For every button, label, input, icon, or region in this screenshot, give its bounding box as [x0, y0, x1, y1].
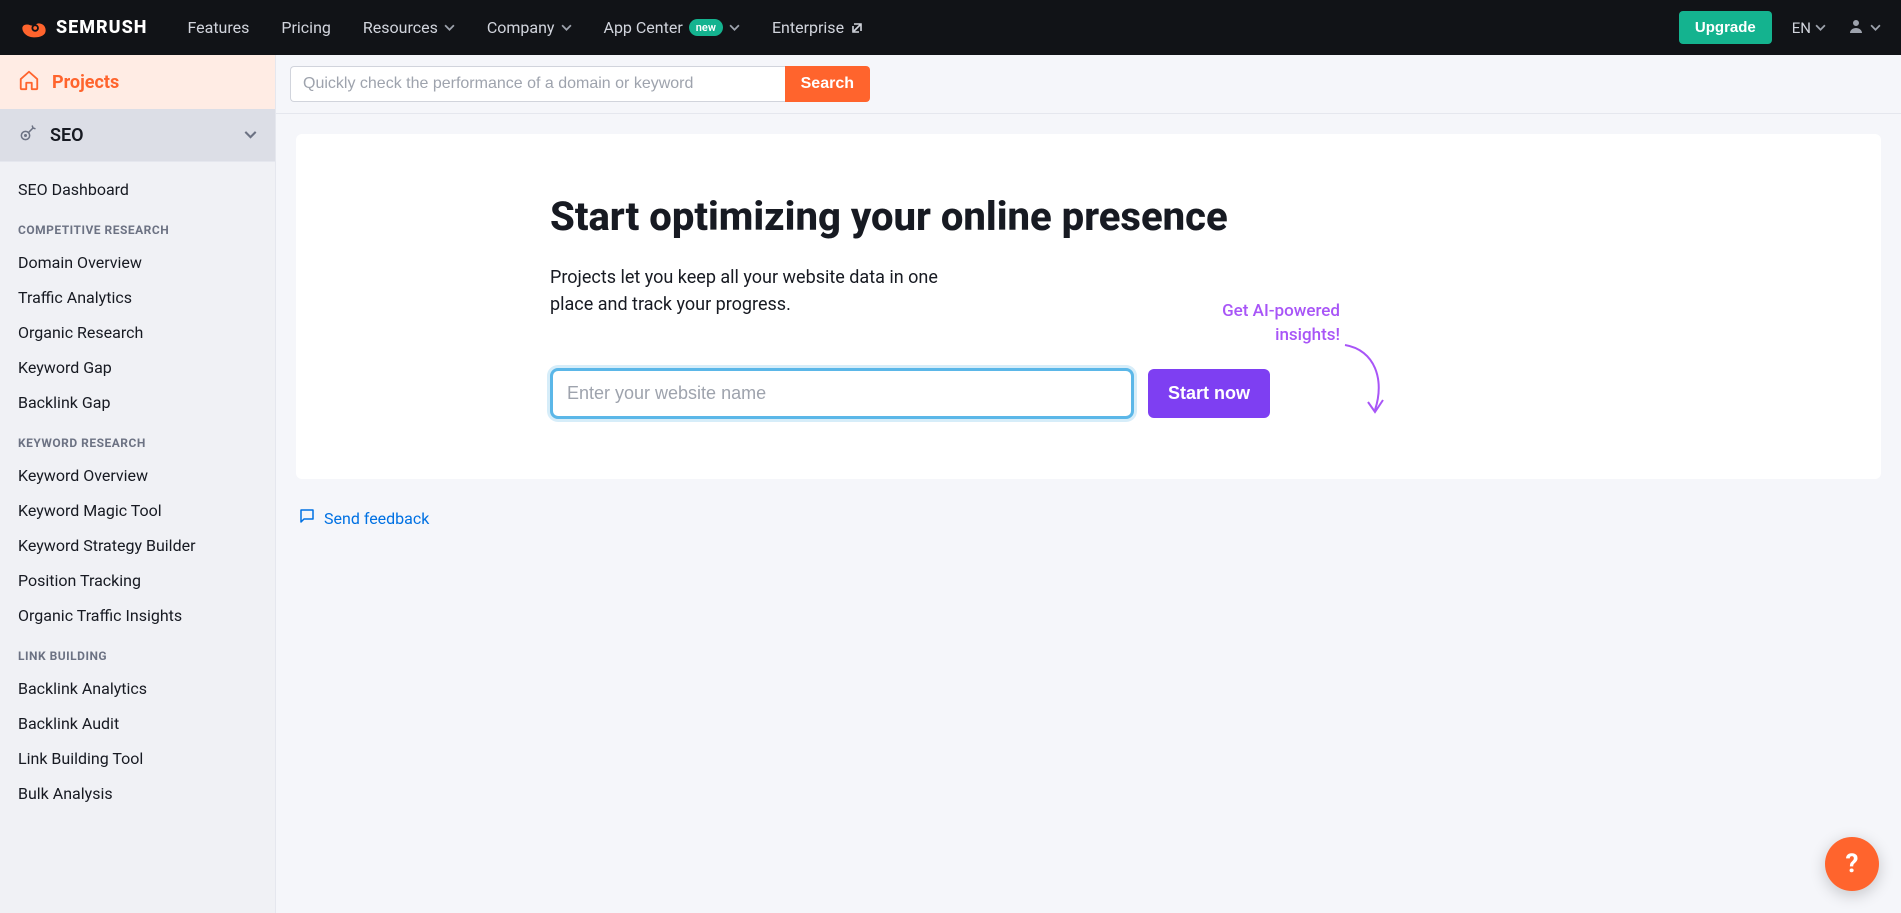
nav-label: Resources [363, 18, 438, 37]
sidebar-item-label: Organic Traffic Insights [18, 606, 182, 625]
feedback-label: Send feedback [324, 509, 429, 528]
start-now-button[interactable]: Start now [1148, 369, 1270, 418]
fire-icon [20, 14, 48, 42]
topnav-right: Upgrade EN [1679, 11, 1881, 44]
sidebar-group-seo[interactable]: SEO [0, 109, 275, 162]
website-input-row: Start now [550, 368, 1270, 419]
topnav-links: Features Pricing Resources Company App C… [187, 18, 1678, 37]
chevron-down-icon [1815, 19, 1826, 37]
domain-search-input[interactable] [290, 66, 785, 102]
sidebar-item-label: Traffic Analytics [18, 288, 132, 307]
upgrade-button[interactable]: Upgrade [1679, 11, 1772, 44]
lang-label: EN [1792, 19, 1811, 37]
main-area: Search Start optimizing your online pres… [276, 55, 1901, 913]
language-selector[interactable]: EN [1792, 19, 1826, 37]
sidebar-items: SEO Dashboard COMPETITIVE RESEARCH Domai… [0, 162, 275, 831]
sidebar-item-label: Backlink Analytics [18, 679, 147, 698]
brand-logo[interactable]: SEMRUSH [20, 14, 147, 42]
nav-label: Features [187, 18, 249, 37]
hero-title: Start optimizing your online presence [550, 194, 1270, 240]
nav-company[interactable]: Company [487, 18, 572, 37]
hero-card: Start optimizing your online presence Pr… [296, 134, 1881, 479]
sidebar-item-seo-dashboard[interactable]: SEO Dashboard [0, 172, 275, 207]
sidebar-item-label: Backlink Audit [18, 714, 119, 733]
new-badge: new [689, 19, 723, 36]
sidebar-item-backlink-analytics[interactable]: Backlink Analytics [0, 671, 275, 706]
content-wrap: Start optimizing your online presence Pr… [276, 114, 1901, 549]
hero-subtitle: Projects let you keep all your website d… [550, 264, 950, 318]
sidebar-item-organic-research[interactable]: Organic Research [0, 315, 275, 350]
sidebar-item-label: Backlink Gap [18, 393, 110, 412]
sidebar-item-backlink-audit[interactable]: Backlink Audit [0, 706, 275, 741]
sidebar-item-domain-overview[interactable]: Domain Overview [0, 245, 275, 280]
sidebar-item-backlink-gap[interactable]: Backlink Gap [0, 385, 275, 420]
searchbar-row: Search [276, 55, 1901, 114]
brand-text: SEMRUSH [56, 17, 147, 38]
home-icon [18, 69, 40, 95]
chat-icon [298, 507, 316, 529]
nav-resources[interactable]: Resources [363, 18, 455, 37]
chevron-down-icon [561, 18, 572, 37]
sidebar-item-organic-traffic-insights[interactable]: Organic Traffic Insights [0, 598, 275, 633]
top-nav: SEMRUSH Features Pricing Resources Compa… [0, 0, 1901, 55]
sidebar-item-projects[interactable]: Projects [0, 55, 275, 109]
sidebar-item-label: Projects [52, 72, 119, 93]
sidebar-item-label: Link Building Tool [18, 749, 143, 768]
domain-search-button[interactable]: Search [785, 66, 870, 102]
nav-label: App Center [604, 18, 683, 37]
sidebar-item-label: Keyword Strategy Builder [18, 536, 196, 555]
sidebar-heading: COMPETITIVE RESEARCH [0, 207, 275, 245]
sidebar-item-traffic-analytics[interactable]: Traffic Analytics [0, 280, 275, 315]
sidebar-item-keyword-gap[interactable]: Keyword Gap [0, 350, 275, 385]
ai-callout-line: Get AI-powered [1222, 300, 1340, 324]
nav-label: Enterprise [772, 18, 844, 37]
help-fab[interactable]: ? [1825, 837, 1879, 891]
sidebar-item-keyword-magic-tool[interactable]: Keyword Magic Tool [0, 493, 275, 528]
chevron-down-icon [244, 126, 257, 145]
sidebar-group-label: SEO [50, 125, 84, 146]
send-feedback-link[interactable]: Send feedback [296, 507, 1881, 529]
nav-features[interactable]: Features [187, 18, 249, 37]
nav-label: Pricing [281, 18, 331, 37]
sidebar-heading: KEYWORD RESEARCH [0, 420, 275, 458]
nav-enterprise[interactable]: Enterprise [772, 18, 864, 37]
nav-label: Company [487, 18, 555, 37]
sidebar-item-label: SEO Dashboard [18, 180, 129, 199]
ai-callout: Get AI-powered insights! [1222, 300, 1340, 348]
domain-search: Search [290, 66, 870, 102]
nav-app-center[interactable]: App Center new [604, 18, 740, 37]
sidebar-item-label: Domain Overview [18, 253, 142, 272]
chevron-down-icon [729, 18, 740, 37]
sidebar-item-label: Keyword Magic Tool [18, 501, 162, 520]
sidebar-heading: LINK BUILDING [0, 633, 275, 671]
target-icon [18, 123, 38, 147]
sidebar-item-position-tracking[interactable]: Position Tracking [0, 563, 275, 598]
sidebar-item-label: Bulk Analysis [18, 784, 113, 803]
chevron-down-icon [1870, 18, 1881, 37]
ai-callout-line: insights! [1222, 324, 1340, 348]
nav-pricing[interactable]: Pricing [281, 18, 331, 37]
sidebar-item-keyword-overview[interactable]: Keyword Overview [0, 458, 275, 493]
user-icon [1846, 16, 1866, 40]
sidebar-item-label: Organic Research [18, 323, 143, 342]
chevron-down-icon [444, 18, 455, 37]
sidebar-item-keyword-strategy-builder[interactable]: Keyword Strategy Builder [0, 528, 275, 563]
help-icon: ? [1846, 849, 1859, 879]
sidebar-item-label: Keyword Gap [18, 358, 112, 377]
sidebar: Projects SEO SEO Dashboard COMPETITIVE R… [0, 55, 276, 913]
website-input[interactable] [550, 368, 1134, 419]
user-menu[interactable] [1846, 16, 1881, 40]
external-link-icon [850, 21, 864, 35]
sidebar-item-bulk-analysis[interactable]: Bulk Analysis [0, 776, 275, 811]
sidebar-item-label: Keyword Overview [18, 466, 148, 485]
sidebar-item-link-building-tool[interactable]: Link Building Tool [0, 741, 275, 776]
sidebar-item-label: Position Tracking [18, 571, 141, 590]
arrow-icon [1335, 340, 1395, 420]
